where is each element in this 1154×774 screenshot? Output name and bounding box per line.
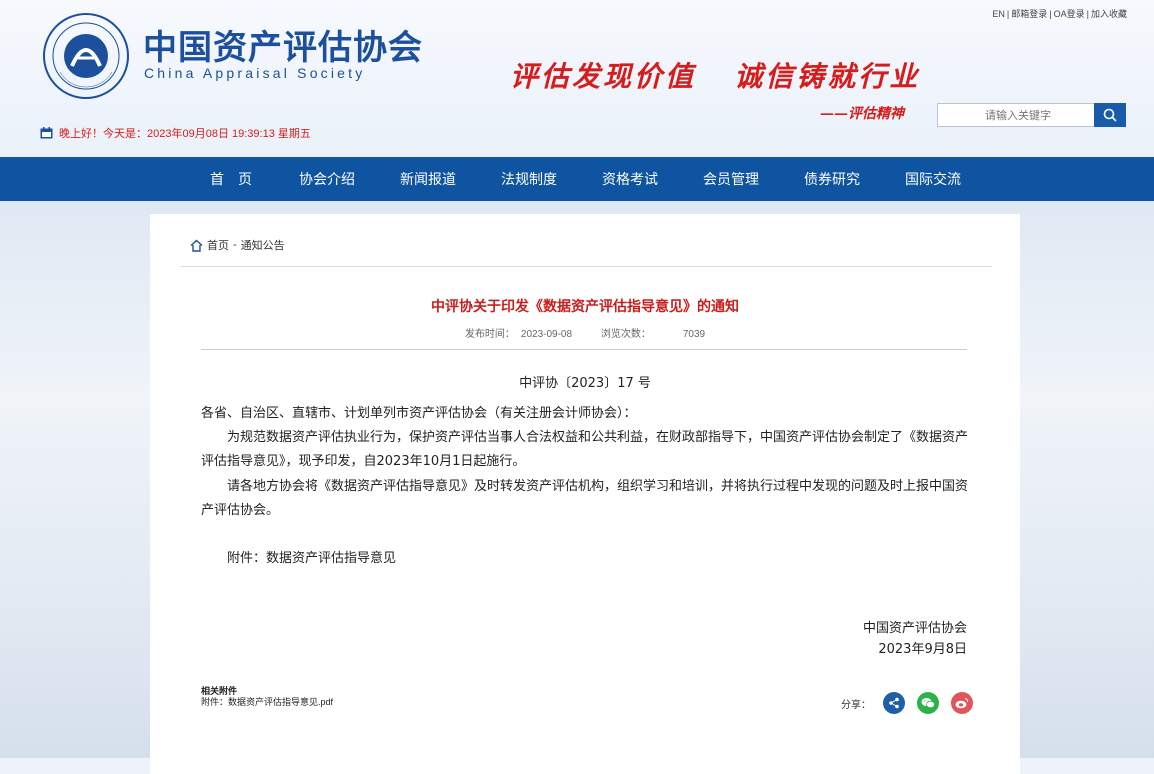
breadcrumb-separator: - xyxy=(233,239,237,251)
divider xyxy=(201,349,967,350)
breadcrumb-home[interactable]: 首页 xyxy=(207,237,229,253)
nav-exams[interactable]: 资格考试 xyxy=(602,157,658,201)
breadcrumb: 首页 - 通知公告 xyxy=(190,237,285,253)
salutation: 各省、自治区、直辖市、计划单列市资产评估协会（有关注册会计师协会）： xyxy=(201,406,637,421)
share-button[interactable] xyxy=(883,692,905,714)
attachment-link[interactable]: 附件：数据资产评估指导意见.pdf xyxy=(201,695,333,708)
link-mail-login[interactable]: 邮箱登录 xyxy=(1009,9,1049,19)
nav-members[interactable]: 会员管理 xyxy=(703,157,759,201)
link-add-favorite[interactable]: 加入收藏 xyxy=(1089,9,1129,19)
wechat-share-button[interactable] xyxy=(917,692,939,714)
article-title: 中评协关于印发《数据资产评估指导意见》的通知 xyxy=(431,298,739,314)
slogan: 评估发现价值 诚信铸就行业 xyxy=(510,60,921,93)
sign-date: 2023年9月8日 xyxy=(878,642,967,657)
view-count: 7039 xyxy=(682,329,706,340)
share-bar: 分享： xyxy=(841,692,973,714)
link-oa-login[interactable]: OA登录 xyxy=(1052,9,1087,19)
site-header: 中国资产评估协会 China Appraisal Society EN | 邮箱登录… xyxy=(0,0,1154,157)
weibo-share-button[interactable] xyxy=(951,692,973,714)
signer: 中国资产评估协会 xyxy=(862,621,967,636)
share-label: 分享： xyxy=(841,699,871,711)
attachment-line: 附件：数据资产评估指导意见 xyxy=(227,551,397,566)
home-icon xyxy=(190,239,203,252)
article-meta: 发布时间： 2023-09-08 浏览次数： 7039 xyxy=(150,325,1020,340)
link-en[interactable]: EN xyxy=(990,9,1007,19)
nav-bonds[interactable]: 债券研究 xyxy=(804,157,860,201)
nav-home[interactable]: 首 页 xyxy=(210,157,252,201)
site-logo[interactable] xyxy=(42,12,130,100)
breadcrumb-current[interactable]: 通知公告 xyxy=(241,237,285,253)
nav-about[interactable]: 协会介绍 xyxy=(299,157,355,201)
slogan-sub: ——评估精神 xyxy=(820,106,904,122)
divider xyxy=(180,266,992,267)
views-label: 浏览次数： xyxy=(600,329,651,340)
content-card: 首页 - 通知公告 中评协关于印发《数据资产评估指导意见》的通知 发布时间： 20… xyxy=(150,214,1020,774)
search-icon xyxy=(1103,108,1117,122)
search-input[interactable] xyxy=(941,105,1095,127)
weibo-icon xyxy=(955,697,969,709)
nav-regulations[interactable]: 法规制度 xyxy=(501,157,557,201)
site-name: 中国资产评估协会 xyxy=(143,28,423,68)
share-icon xyxy=(889,697,899,709)
paragraph-1: 为规范数据资产评估执业行为，保护资产评估当事人合法权益和公共利益，在财政部指导下… xyxy=(201,430,969,469)
nav-international[interactable]: 国际交流 xyxy=(905,157,961,201)
main-nav: 首 页 协会介绍 新闻报道 法规制度 资格考试 会员管理 债券研究 国际交流 xyxy=(0,157,1154,201)
publish-date: 2023-09-08 xyxy=(520,329,573,340)
nav-news[interactable]: 新闻报道 xyxy=(400,157,456,201)
greeting-text: 晚上好！今天是：2023年09月08日 19:39:13 星期五 xyxy=(59,128,311,140)
top-links: EN | 邮箱登录 | OA登录 | 加入收藏 xyxy=(990,9,1129,19)
search-box xyxy=(937,103,1095,127)
greeting: 晚上好！今天是：2023年09月08日 19:39:13 星期五 xyxy=(40,125,311,141)
document-number: 中评协〔2023〕17 号 xyxy=(519,376,651,391)
paragraph-2: 请各地方协会将《数据资产评估指导意见》及时转发资产评估机构，组织学习和培训，并将… xyxy=(201,479,969,518)
wechat-icon xyxy=(921,698,935,709)
site-name-en: China Appraisal Society xyxy=(144,65,366,81)
search-button[interactable] xyxy=(1094,103,1126,127)
date-label: 发布时间： xyxy=(464,329,515,340)
calendar-icon xyxy=(40,127,53,139)
